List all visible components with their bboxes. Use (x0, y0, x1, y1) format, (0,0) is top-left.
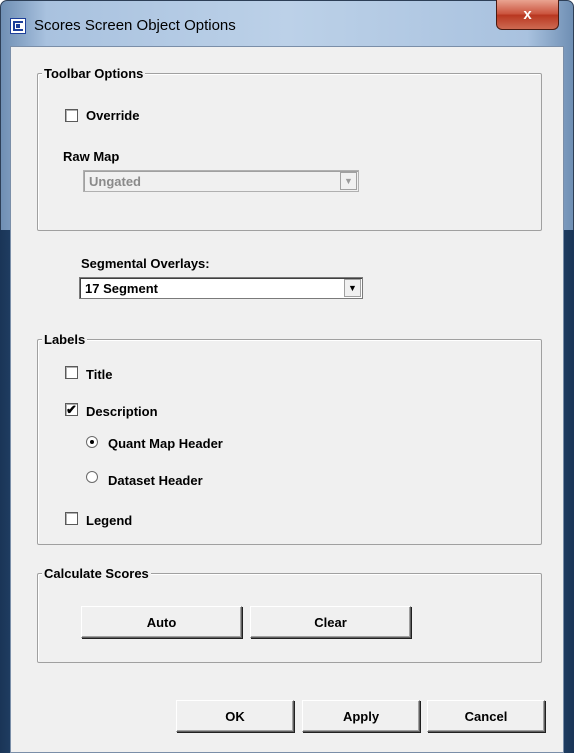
raw-map-select[interactable]: Ungated ▼ (83, 170, 359, 192)
segmental-overlays-select[interactable]: 17 Segment ▼ (79, 277, 363, 299)
chevron-down-icon: ▼ (344, 279, 361, 297)
quant-map-header-radio[interactable] (86, 436, 98, 448)
title-checkbox[interactable] (65, 366, 78, 379)
window-title: Scores Screen Object Options (34, 17, 236, 34)
legend-option-label[interactable]: Legend (86, 513, 132, 528)
raw-map-value: Ungated (89, 174, 141, 189)
calculate-scores-legend: Calculate Scores (42, 566, 151, 581)
title-bar[interactable]: Scores Screen Object Options x (0, 0, 574, 46)
chevron-down-icon: ▼ (340, 172, 357, 190)
override-label[interactable]: Override (86, 108, 139, 123)
clear-button[interactable]: Clear (250, 606, 411, 638)
dataset-header-label[interactable]: Dataset Header (108, 473, 203, 488)
labels-legend: Labels (42, 332, 88, 347)
ok-button[interactable]: OK (176, 700, 294, 732)
apply-button[interactable]: Apply (302, 700, 420, 732)
dialog-client-area: Toolbar Options Override Raw Map Ungated… (10, 46, 564, 753)
legend-checkbox[interactable] (65, 512, 78, 525)
segmental-overlays-label: Segmental Overlays: (81, 256, 210, 271)
close-button[interactable]: x (496, 0, 559, 30)
title-option-label[interactable]: Title (86, 367, 113, 382)
override-checkbox[interactable] (65, 109, 78, 122)
auto-button[interactable]: Auto (81, 606, 242, 638)
app-icon (10, 18, 26, 34)
description-label[interactable]: Description (86, 404, 158, 419)
segmental-overlays-value: 17 Segment (85, 281, 158, 296)
close-icon: x (523, 6, 532, 23)
cancel-button[interactable]: Cancel (427, 700, 545, 732)
dataset-header-radio[interactable] (86, 471, 98, 483)
toolbar-options-legend: Toolbar Options (42, 66, 146, 81)
description-checkbox[interactable]: ✔ (65, 403, 78, 416)
check-icon: ✔ (66, 402, 77, 417)
raw-map-label: Raw Map (63, 149, 120, 164)
quant-map-header-label[interactable]: Quant Map Header (108, 436, 223, 451)
